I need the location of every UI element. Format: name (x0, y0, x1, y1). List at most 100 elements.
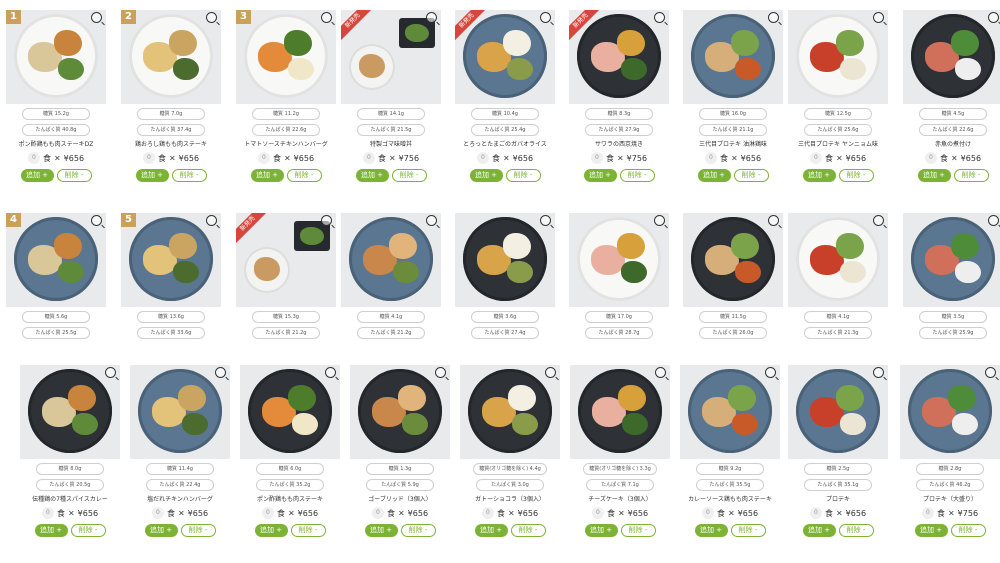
zoom-icon[interactable] (768, 12, 779, 23)
food-icon: 食 (719, 153, 728, 163)
product-photo[interactable] (903, 213, 1000, 307)
product-photo[interactable] (569, 213, 669, 307)
add-button[interactable]: 追加 + (250, 169, 284, 182)
product-photo[interactable] (680, 365, 780, 459)
product-photo[interactable] (683, 213, 783, 307)
zoom-icon[interactable] (768, 215, 779, 226)
add-button[interactable]: 追加 + (917, 169, 951, 182)
food-icon: 食 (491, 153, 500, 163)
add-button[interactable]: 追加 + (144, 524, 178, 537)
zoom-icon[interactable] (988, 12, 999, 23)
product-photo[interactable] (788, 10, 888, 104)
zoom-icon[interactable] (873, 12, 884, 23)
remove-button[interactable]: 削除 - (620, 524, 656, 537)
product-photo[interactable] (20, 365, 120, 459)
add-button[interactable]: 追加 + (474, 524, 508, 537)
remove-button[interactable]: 削除 - (953, 169, 989, 182)
zoom-icon[interactable] (215, 367, 226, 378)
zoom-icon[interactable] (325, 367, 336, 378)
zoom-icon[interactable] (873, 367, 884, 378)
remove-button[interactable]: 削除 - (180, 524, 216, 537)
product-photo[interactable] (788, 365, 888, 459)
zoom-icon[interactable] (426, 12, 437, 23)
food-portion (955, 261, 981, 283)
remove-button[interactable]: 削除 - (70, 524, 106, 537)
cart-buttons: 追加 + 削除 - (788, 524, 888, 537)
add-button[interactable]: 追加 + (355, 169, 389, 182)
zoom-icon[interactable] (206, 12, 217, 23)
remove-button[interactable]: 削除 - (733, 169, 769, 182)
product-photo[interactable] (788, 213, 888, 307)
add-button[interactable]: 追加 + (802, 524, 836, 537)
product-photo[interactable]: 2 (121, 10, 221, 104)
zoom-icon[interactable] (540, 215, 551, 226)
zoom-icon[interactable] (91, 215, 102, 226)
plate (248, 369, 332, 453)
zoom-icon[interactable] (654, 12, 665, 23)
price: ¥656 (845, 508, 867, 518)
zoom-icon[interactable] (91, 12, 102, 23)
zoom-icon[interactable] (873, 215, 884, 226)
remove-button[interactable]: 削除 - (56, 169, 92, 182)
add-button[interactable]: 追加 + (583, 169, 617, 182)
product-photo[interactable]: 1 (6, 10, 106, 104)
remove-button[interactable]: 削除 - (290, 524, 326, 537)
remove-button[interactable]: 削除 - (950, 524, 986, 537)
zoom-icon[interactable] (545, 367, 556, 378)
product-photo[interactable]: 新発売 (455, 10, 555, 104)
remove-button[interactable]: 削除 - (505, 169, 541, 182)
zoom-icon[interactable] (988, 215, 999, 226)
product-photo[interactable] (130, 365, 230, 459)
add-button[interactable]: 追加 + (469, 169, 503, 182)
cart-buttons: 追加 + 削除 - (569, 169, 669, 182)
zoom-icon[interactable] (426, 215, 437, 226)
remove-button[interactable]: 削除 - (730, 524, 766, 537)
zoom-icon[interactable] (321, 215, 332, 226)
remove-button[interactable]: 削除 - (619, 169, 655, 182)
remove-button[interactable]: 削除 - (286, 169, 322, 182)
remove-button[interactable]: 削除 - (171, 169, 207, 182)
add-button[interactable]: 追加 + (697, 169, 731, 182)
quantity-count: 0 (590, 152, 603, 164)
product-photo[interactable]: 新発売 (569, 10, 669, 104)
add-button[interactable]: 追加 + (802, 169, 836, 182)
zoom-icon[interactable] (105, 367, 116, 378)
zoom-icon[interactable] (321, 12, 332, 23)
zoom-icon[interactable] (540, 12, 551, 23)
remove-button[interactable]: 削除 - (400, 524, 436, 537)
remove-button[interactable]: 削除 - (391, 169, 427, 182)
zoom-icon[interactable] (435, 367, 446, 378)
add-button[interactable]: 追加 + (914, 524, 948, 537)
add-button[interactable]: 追加 + (34, 524, 68, 537)
zoom-icon[interactable] (654, 215, 665, 226)
add-button[interactable]: 追加 + (20, 169, 54, 182)
product-photo[interactable]: 新発売 (236, 213, 336, 307)
product-photo[interactable]: 3 (236, 10, 336, 104)
product-photo[interactable] (240, 365, 340, 459)
zoom-icon[interactable] (206, 215, 217, 226)
product-photo[interactable] (570, 365, 670, 459)
product-photo[interactable] (460, 365, 560, 459)
zoom-icon[interactable] (985, 367, 996, 378)
remove-button[interactable]: 削除 - (510, 524, 546, 537)
add-button[interactable]: 追加 + (694, 524, 728, 537)
zoom-icon[interactable] (765, 367, 776, 378)
product-photo[interactable] (341, 213, 441, 307)
protein-value: たんぱく質 22.4g (146, 479, 214, 491)
product-photo[interactable] (455, 213, 555, 307)
product-photo[interactable] (350, 365, 450, 459)
add-button[interactable]: 追加 + (584, 524, 618, 537)
remove-button[interactable]: 削除 - (838, 169, 874, 182)
add-button[interactable]: 追加 + (135, 169, 169, 182)
add-button[interactable]: 追加 + (364, 524, 398, 537)
product-photo[interactable] (903, 10, 1000, 104)
remove-button[interactable]: 削除 - (838, 524, 874, 537)
product-photo[interactable] (683, 10, 783, 104)
zoom-icon[interactable] (655, 367, 666, 378)
add-button[interactable]: 追加 + (254, 524, 288, 537)
product-photo[interactable]: 5 (121, 213, 221, 307)
product-photo[interactable] (900, 365, 1000, 459)
product-photo[interactable]: 4 (6, 213, 106, 307)
product-photo[interactable]: 新発売 (341, 10, 441, 104)
food-portion (836, 30, 864, 56)
